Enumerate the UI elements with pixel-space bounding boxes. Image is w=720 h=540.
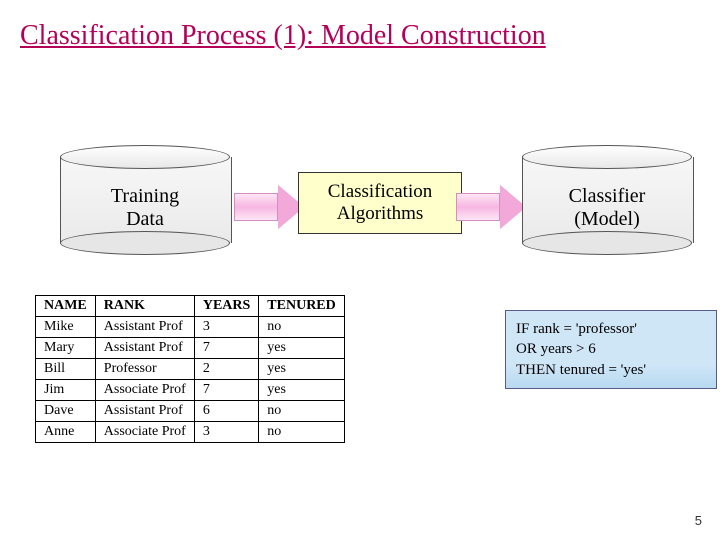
table-row: DaveAssistant Prof6no [36,401,345,422]
training-data-label-l1: Training [111,185,179,207]
table-row: MaryAssistant Prof7yes [36,338,345,359]
table-row: JimAssociate Prof7yes [36,380,345,401]
table-cell: yes [259,338,344,359]
table-cell: Jim [36,380,96,401]
table-cell: no [259,422,344,443]
table-cell: 3 [194,422,258,443]
table-cell: Assistant Prof [95,338,194,359]
classifier-label-l2: (Model) [574,208,640,230]
table-cell: yes [259,359,344,380]
table-cell: no [259,401,344,422]
training-data-table: NAME RANK YEARS TENURED MikeAssistant Pr… [35,295,345,443]
training-data-cylinder: Training Data [60,145,230,255]
col-rank: RANK [95,296,194,317]
page-number: 5 [695,513,702,528]
table-cell: 6 [194,401,258,422]
table-cell: Assistant Prof [95,401,194,422]
classifier-model-label: Classifier (Model) [522,185,692,231]
slide: Classification Process (1): Model Constr… [0,0,720,540]
classifier-label-l1: Classifier [569,185,646,207]
arrow-icon [456,185,526,229]
algo-label-l2: Algorithms [337,203,424,224]
table-cell: 2 [194,359,258,380]
table-cell: Associate Prof [95,380,194,401]
table-cell: Mary [36,338,96,359]
table-row: AnneAssociate Prof3no [36,422,345,443]
table-cell: Mike [36,317,96,338]
rule-line: OR years > 6 [516,339,706,359]
col-years: YEARS [194,296,258,317]
table-row: BillProfessor2yes [36,359,345,380]
table-cell: 7 [194,338,258,359]
col-name: NAME [36,296,96,317]
slide-title: Classification Process (1): Model Constr… [20,20,546,52]
classification-algorithms-box: Classification Algorithms [298,172,462,234]
table-cell: yes [259,380,344,401]
table-row: MikeAssistant Prof3no [36,317,345,338]
table-cell: Bill [36,359,96,380]
training-data-label: Training Data [60,185,230,231]
table-cell: Assistant Prof [95,317,194,338]
table-cell: 3 [194,317,258,338]
training-data-label-l2: Data [126,208,164,230]
table-cell: 7 [194,380,258,401]
table-cell: Associate Prof [95,422,194,443]
rule-line: THEN tenured = 'yes' [516,360,706,380]
decision-rule-box: IF rank = 'professor' OR years > 6 THEN … [505,310,717,389]
col-tenured: TENURED [259,296,344,317]
rule-line: IF rank = 'professor' [516,319,706,339]
table-cell: no [259,317,344,338]
classifier-model-cylinder: Classifier (Model) [522,145,692,255]
table-cell: Dave [36,401,96,422]
table-header-row: NAME RANK YEARS TENURED [36,296,345,317]
table-cell: Anne [36,422,96,443]
table-cell: Professor [95,359,194,380]
algo-label-l1: Classification [328,181,432,202]
arrow-icon [234,185,304,229]
